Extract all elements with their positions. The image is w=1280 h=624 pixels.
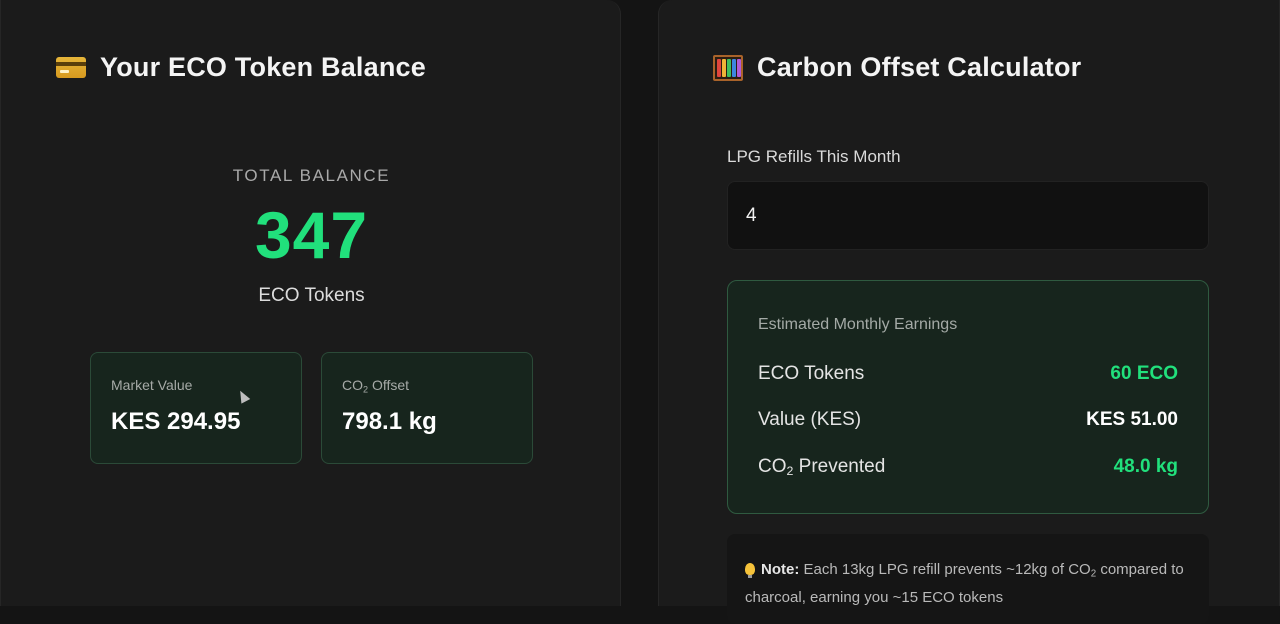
co2-offset-value: 798.1 kg <box>342 408 437 435</box>
earnings-row-co2-prevented: CO2 Prevented 48.0 kg <box>758 456 1178 478</box>
lightbulb-icon <box>745 563 755 578</box>
credit-card-icon <box>56 57 86 78</box>
estimated-earnings-title: Estimated Monthly Earnings <box>758 316 958 333</box>
balance-card-title-text: Your ECO Token Balance <box>100 52 426 82</box>
lpg-refills-label: LPG Refills This Month <box>727 147 901 166</box>
earnings-row-value-kes: Value (KES) KES 51.00 <box>758 409 1178 431</box>
carbon-calculator-card: Carbon Offset Calculator LPG Refills Thi… <box>658 0 1280 624</box>
abacus-icon <box>713 54 743 81</box>
note-box: Note: Each 13kg LPG refill prevents ~12k… <box>727 534 1209 624</box>
total-balance-value: 347 <box>254 198 369 272</box>
eco-balance-card: Your ECO Token Balance TOTAL BALANCE 347… <box>0 0 621 606</box>
market-value-label: Market Value <box>111 377 193 393</box>
calculator-card-title: Carbon Offset Calculator <box>713 52 1081 83</box>
earnings-row-eco-tokens: ECO Tokens 60 ECO <box>758 363 1178 385</box>
note-label: Note: <box>761 561 800 578</box>
market-value-box: Market Value KES 294.95 <box>90 352 302 464</box>
lpg-refills-input[interactable] <box>727 181 1209 250</box>
balance-unit: ECO Tokens <box>258 285 365 306</box>
note-text: Each 13kg LPG refill prevents ~12kg of C… <box>799 561 1091 578</box>
earnings-row-value: 48.0 kg <box>1113 456 1178 477</box>
earnings-row-label: ECO Tokens <box>758 363 865 384</box>
co2-offset-label: CO2 Offset <box>342 377 410 395</box>
balance-card-title: Your ECO Token Balance <box>56 52 426 83</box>
earnings-row-label: CO2 Prevented <box>758 456 886 479</box>
market-value: KES 294.95 <box>111 408 241 435</box>
total-balance-label: TOTAL BALANCE <box>232 166 391 185</box>
calculator-card-title-text: Carbon Offset Calculator <box>757 52 1082 82</box>
co2-offset-box: CO2 Offset 798.1 kg <box>321 352 533 464</box>
earnings-row-label: Value (KES) <box>758 409 862 430</box>
estimated-earnings-box: Estimated Monthly Earnings ECO Tokens 60… <box>727 280 1209 514</box>
earnings-row-value: KES 51.00 <box>1086 409 1178 430</box>
earnings-row-value: 60 ECO <box>1110 363 1178 384</box>
